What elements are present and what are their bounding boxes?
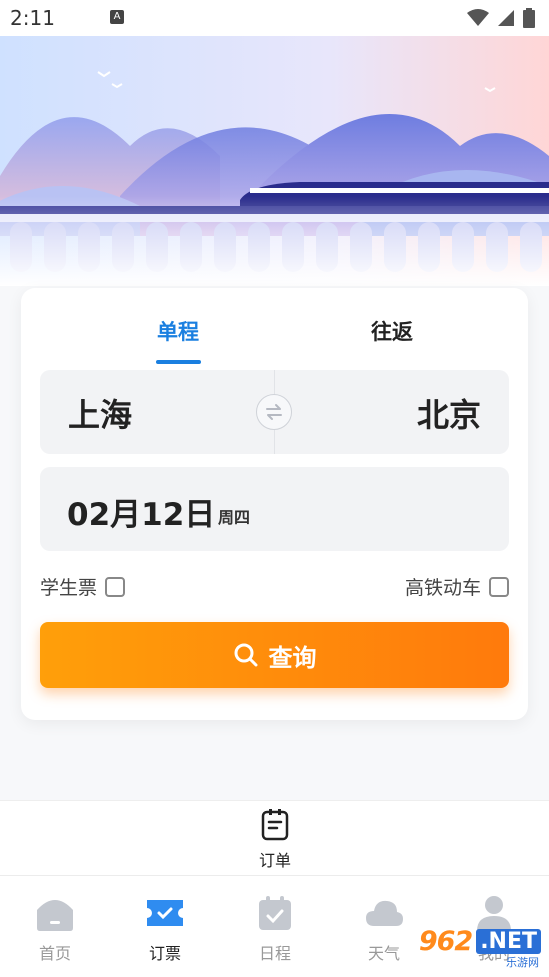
nav-weather[interactable]: 天气 — [344, 894, 424, 964]
watermark-caption: 乐游网 — [506, 956, 539, 969]
notification-icon: A — [110, 10, 124, 24]
nav-weather-label: 天气 — [367, 944, 400, 963]
tab-round-trip[interactable]: 往返 — [332, 316, 452, 346]
hero-banner — [0, 36, 549, 286]
nav-home-label: 首页 — [38, 944, 71, 963]
high-speed-option[interactable]: 高铁动车 — [405, 573, 509, 600]
student-ticket-label: 学生票 — [40, 577, 98, 599]
nav-tickets-label: 订票 — [148, 944, 181, 963]
from-station[interactable]: 上海 — [68, 390, 132, 436]
cloud-icon — [366, 900, 403, 926]
status-time: 2:11 — [10, 6, 55, 30]
orders-button[interactable]: 订单 — [250, 807, 300, 871]
orders-bar: 订单 — [0, 800, 549, 875]
watermark-brand: 962 — [418, 926, 473, 957]
booking-card: 单程 往返 上海 北京 02月12日 周四 学生票 高铁动车 查询 — [21, 288, 528, 720]
high-speed-checkbox[interactable] — [489, 576, 509, 597]
tab-one-way[interactable]: 单程 — [118, 316, 238, 346]
watermark-suffix: .NET — [476, 929, 541, 954]
train-landscape-illustration — [0, 36, 549, 286]
battery-icon — [523, 8, 535, 28]
search-icon — [234, 643, 257, 667]
signal-icon — [498, 10, 514, 26]
departure-date: 02月12日 — [67, 497, 216, 533]
high-speed-label: 高铁动车 — [404, 577, 481, 599]
ticket-icon — [147, 900, 183, 926]
student-ticket-option[interactable]: 学生票 — [40, 573, 126, 600]
search-label: 查询 — [268, 643, 317, 672]
site-watermark: 962 .NET 乐游网 — [418, 926, 541, 969]
search-button[interactable]: 查询 — [40, 622, 509, 688]
nav-home[interactable]: 首页 — [15, 894, 95, 964]
nav-tickets[interactable]: 订票 — [125, 894, 205, 964]
swap-icon — [266, 404, 282, 420]
nav-schedule[interactable]: 日程 — [235, 894, 315, 964]
orders-label: 订单 — [258, 851, 291, 870]
student-ticket-checkbox[interactable] — [105, 576, 126, 597]
status-icons — [467, 8, 535, 28]
active-tab-indicator — [156, 360, 201, 364]
status-bar: 2:11 A — [0, 0, 549, 36]
route-selector: 上海 北京 — [40, 370, 509, 454]
departure-weekday: 周四 — [218, 508, 251, 527]
wifi-icon — [467, 9, 489, 26]
date-selector[interactable]: 02月12日 周四 — [40, 467, 509, 551]
trip-type-tabs: 单程 往返 — [21, 288, 528, 368]
order-list-icon — [261, 809, 289, 841]
calendar-icon — [259, 896, 291, 930]
to-station[interactable]: 北京 — [417, 390, 481, 436]
home-icon — [37, 900, 73, 931]
nav-schedule-label: 日程 — [258, 944, 291, 963]
swap-stations-button[interactable] — [256, 394, 292, 430]
